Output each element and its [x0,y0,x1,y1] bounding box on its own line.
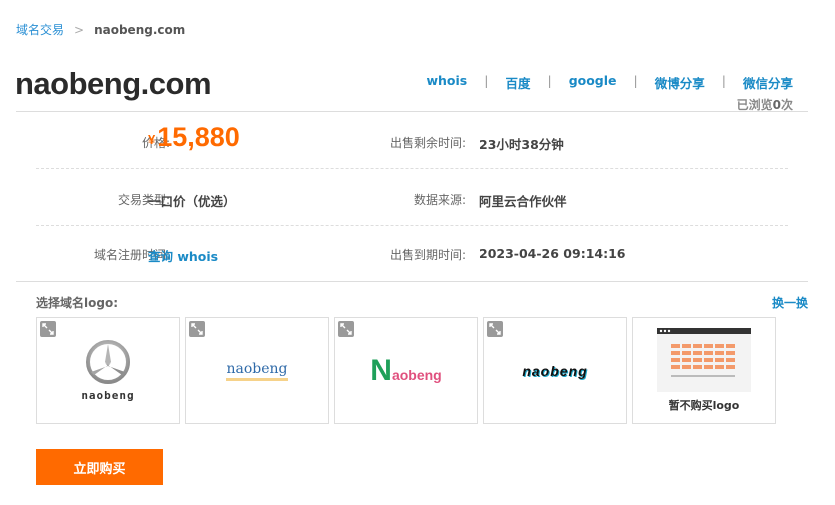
logo-text: naobeng [81,389,135,402]
price-value: ¥15,880 [148,122,240,152]
remaining-time-value: 23小时38分钟 [479,137,564,152]
logo-option-2[interactable]: naobeng [185,317,329,424]
remaining-time-label: 出售剩余时间: [389,136,466,150]
expire-time-label: 出售到期时间: [389,248,466,262]
breadcrumb-domain-trade[interactable]: 域名交易 [16,21,64,38]
logo-option-none[interactable]: 暂不购买logo [632,317,776,424]
logo-option-3[interactable]: Naobeng [334,317,478,424]
breadcrumb-current: naobeng.com [94,22,186,37]
logo-list: naobeng naobeng Naobeng naobeng 暂不购买logo [36,317,776,424]
divider [16,281,808,282]
buy-now-button[interactable]: 立即购买 [36,449,163,485]
swap-logos-link[interactable]: 换一换 [772,294,808,311]
wechat-share-link[interactable]: 微信分享 [743,73,793,92]
page-title: naobeng.com [15,66,212,101]
divider: | [721,73,726,88]
weibo-share-link[interactable]: 微博分享 [655,73,705,92]
star-emblem-icon [86,340,130,384]
divider [16,111,808,112]
grid-placeholder-icon [657,328,751,392]
baidu-link[interactable]: 百度 [505,73,530,92]
divider: | [484,73,489,88]
info-row-time: 域名注册时间: 查询 whois 出售到期时间: 2023-04-26 09:1… [36,226,788,282]
share-links: whois | 百度 | google | 微博分享 | 微信分享 [426,73,793,92]
logo-option-4[interactable]: naobeng [483,317,627,424]
breadcrumb-separator: > [74,22,85,37]
logo-option-1[interactable]: naobeng [36,317,180,424]
divider: | [547,73,552,88]
no-logo-label: 暂不购买logo [668,399,740,412]
info-row-price: 价格: ¥15,880 出售剩余时间: 23小时38分钟 [36,113,788,169]
logo-text: Naobeng [370,353,442,387]
divider: | [633,73,638,88]
data-source-value: 阿里云合作伙伴 [479,194,567,209]
expire-time-value: 2023-04-26 09:14:16 [479,246,626,261]
breadcrumb: 域名交易 > naobeng.com [16,21,185,38]
logo-text: naobeng [522,362,588,379]
logo-section-title: 选择域名logo: [36,296,118,310]
info-row-trade: 交易类型: 一口价（优选） 数据来源: 阿里云合作伙伴 [36,170,788,226]
query-whois-link[interactable]: 查询 whois [148,246,218,265]
whois-link[interactable]: whois [426,73,467,92]
trade-type-value: 一口价（优选） [148,194,236,209]
logo-text: naobeng [226,361,288,381]
google-link[interactable]: google [569,73,617,92]
data-source-label: 数据来源: [413,193,466,207]
